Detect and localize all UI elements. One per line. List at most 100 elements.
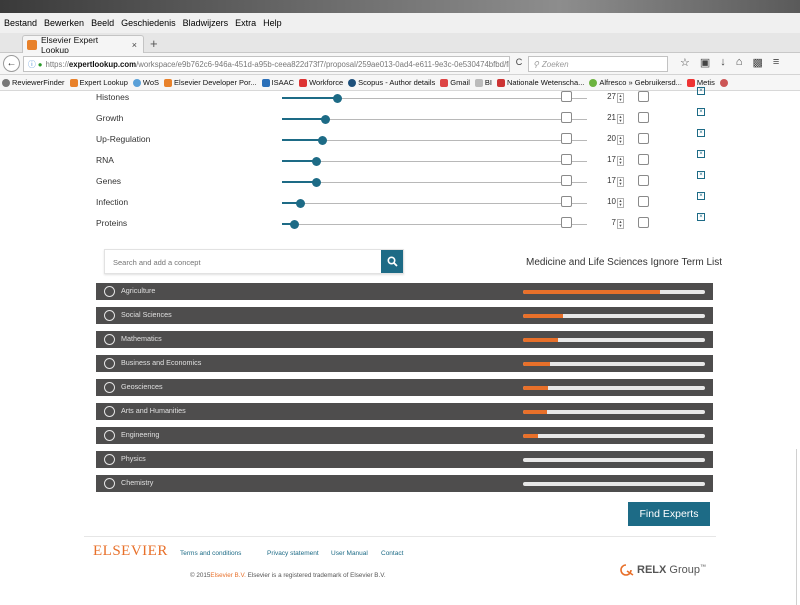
copyright-brand-link[interactable]: Elsevier B.V. xyxy=(210,572,245,579)
stepper-arrows-icon[interactable]: ▲ ▼ xyxy=(617,219,624,229)
term-weight-slider[interactable] xyxy=(282,199,587,208)
address-bar[interactable]: ⓘ ● https:// expertlookup.com /workspace… xyxy=(23,56,510,72)
menu-beeld[interactable]: Beeld xyxy=(91,18,114,28)
term-checkbox-ignore-all[interactable] xyxy=(638,217,649,228)
term-checkbox-ignore[interactable] xyxy=(561,112,572,123)
term-checkbox-ignore[interactable] xyxy=(561,217,572,228)
bookmark-elsevier-developer[interactable]: Elsevier Developer Por... xyxy=(164,78,257,87)
term-checkbox-ignore-all[interactable] xyxy=(638,91,649,102)
category-row[interactable]: Business and Economics xyxy=(96,355,713,372)
slider-handle[interactable] xyxy=(311,178,321,187)
term-checkbox-ignore-all[interactable] xyxy=(638,175,649,186)
term-checkbox-ignore[interactable] xyxy=(561,133,572,144)
term-weight-slider[interactable] xyxy=(282,220,587,229)
menu-bewerken[interactable]: Bewerken xyxy=(44,18,84,28)
slider-handle[interactable] xyxy=(311,157,321,166)
bookmark-star-icon[interactable]: ☆ xyxy=(680,56,690,69)
find-experts-button[interactable]: Find Experts xyxy=(628,502,710,526)
term-checkbox-ignore[interactable] xyxy=(561,154,572,165)
term-weight-input[interactable]: 17 ▲ ▼ xyxy=(596,176,624,188)
menu-bladwijzers[interactable]: Bladwijzers xyxy=(183,18,229,28)
slider-handle[interactable] xyxy=(290,220,300,229)
remove-term-icon[interactable]: × xyxy=(697,87,705,95)
stepper-arrows-icon[interactable]: ▲ ▼ xyxy=(617,177,624,187)
term-checkbox-ignore-all[interactable] xyxy=(638,154,649,165)
stepper-arrows-icon[interactable]: ▲ ▼ xyxy=(617,156,624,166)
bookmark-isaac[interactable]: ISAAC xyxy=(261,78,294,87)
category-row[interactable]: Physics xyxy=(96,451,713,468)
term-weight-input[interactable]: 27 ▲ ▼ xyxy=(596,92,624,104)
menu-bestand[interactable]: Bestand xyxy=(4,18,37,28)
remove-term-icon[interactable]: × xyxy=(697,129,705,137)
term-weight-slider[interactable] xyxy=(282,136,587,145)
concept-search-input[interactable] xyxy=(113,256,373,269)
extension-icon[interactable]: ▩ xyxy=(752,56,762,69)
stepper-arrows-icon[interactable]: ▲ ▼ xyxy=(617,198,624,208)
bookmark-bi[interactable]: BI xyxy=(474,78,492,87)
bookmark-workforce[interactable]: Workforce xyxy=(299,78,343,87)
slider-handle[interactable] xyxy=(332,94,342,103)
category-row[interactable]: Social Sciences xyxy=(96,307,713,324)
category-radio[interactable] xyxy=(104,430,115,441)
term-weight-slider[interactable] xyxy=(282,115,587,124)
category-radio[interactable] xyxy=(104,334,115,345)
category-row[interactable]: Engineering xyxy=(96,427,713,444)
bookmark-wos[interactable]: WoS xyxy=(132,78,159,87)
bookmark-metis[interactable]: Metis xyxy=(686,78,715,87)
term-checkbox-ignore[interactable] xyxy=(561,91,572,102)
elsevier-logo[interactable]: ELSEVIER xyxy=(93,543,168,560)
hamburger-menu-icon[interactable]: ≡ xyxy=(773,56,779,69)
category-radio[interactable] xyxy=(104,478,115,489)
stepper-arrows-icon[interactable]: ▲ ▼ xyxy=(617,93,624,103)
reload-icon[interactable]: C xyxy=(512,57,526,71)
terms-link[interactable]: Terms and conditions xyxy=(180,550,241,557)
term-weight-slider[interactable] xyxy=(282,178,587,187)
reading-list-icon[interactable]: ▣ xyxy=(700,56,710,69)
category-row[interactable]: Chemistry xyxy=(96,475,713,492)
new-tab-icon[interactable]: + xyxy=(150,36,158,51)
term-checkbox-ignore-all[interactable] xyxy=(638,133,649,144)
slider-handle[interactable] xyxy=(320,115,330,124)
concept-search-button[interactable] xyxy=(381,250,403,273)
term-weight-input[interactable]: 17 ▲ ▼ xyxy=(596,155,624,167)
home-icon[interactable]: ⌂ xyxy=(736,56,743,69)
user-manual-link[interactable]: User Manual xyxy=(331,550,368,557)
tab-close-icon[interactable]: × xyxy=(132,40,137,50)
bookmark-scopus[interactable]: Scopus - Author details xyxy=(348,78,435,87)
term-checkbox-ignore[interactable] xyxy=(561,175,572,186)
term-checkbox-ignore-all[interactable] xyxy=(638,196,649,207)
remove-term-icon[interactable]: × xyxy=(697,213,705,221)
stepper-arrows-icon[interactable]: ▲ ▼ xyxy=(617,135,624,145)
site-info-icon[interactable]: ⓘ xyxy=(28,59,36,70)
remove-term-icon[interactable]: × xyxy=(697,192,705,200)
remove-term-icon[interactable]: × xyxy=(697,171,705,179)
stepper-arrows-icon[interactable]: ▲ ▼ xyxy=(617,114,624,124)
term-weight-input[interactable]: 7 ▲ ▼ xyxy=(596,218,624,230)
term-weight-slider[interactable] xyxy=(282,157,587,166)
term-weight-input[interactable]: 10 ▲ ▼ xyxy=(596,197,624,209)
contact-link[interactable]: Contact xyxy=(381,550,403,557)
category-radio[interactable] xyxy=(104,310,115,321)
remove-term-icon[interactable]: × xyxy=(697,150,705,158)
slider-handle[interactable] xyxy=(317,136,327,145)
menu-extra[interactable]: Extra xyxy=(235,18,256,28)
category-radio[interactable] xyxy=(104,406,115,417)
bookmark-expert-lookup[interactable]: Expert Lookup xyxy=(69,78,128,87)
privacy-link[interactable]: Privacy statement xyxy=(267,550,319,557)
remove-term-icon[interactable]: × xyxy=(697,108,705,116)
term-weight-input[interactable]: 20 ▲ ▼ xyxy=(596,134,624,146)
category-radio[interactable] xyxy=(104,286,115,297)
category-row[interactable]: Mathematics xyxy=(96,331,713,348)
term-weight-input[interactable]: 21 ▲ ▼ xyxy=(596,113,624,125)
slider-handle[interactable] xyxy=(296,199,306,208)
back-arrow-icon[interactable]: ← xyxy=(3,55,20,72)
category-row[interactable]: Arts and Humanities xyxy=(96,403,713,420)
bookmark-reviewerfinder[interactable]: ReviewerFinder xyxy=(2,78,65,87)
category-row[interactable]: Agriculture xyxy=(96,283,713,300)
download-icon[interactable]: ↓ xyxy=(720,56,726,69)
category-radio[interactable] xyxy=(104,454,115,465)
menu-geschiedenis[interactable]: Geschiedenis xyxy=(121,18,176,28)
bookmark-nationale-wetenschap[interactable]: Nationale Wetenscha... xyxy=(496,78,584,87)
tab-expert-lookup[interactable]: Elsevier Expert Lookup × xyxy=(22,35,144,55)
browser-search-input[interactable]: ⚲ Zoeken xyxy=(528,56,668,72)
